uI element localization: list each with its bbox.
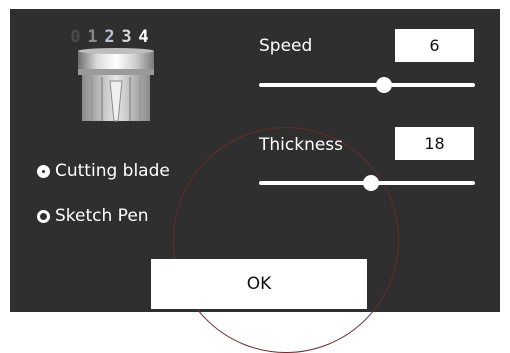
blade-holder-illustration: 0 1 2 3 4 [68, 25, 164, 123]
thickness-value-field[interactable]: 18 [395, 127, 474, 160]
speed-slider[interactable] [259, 77, 475, 93]
radio-unselected-icon [37, 209, 50, 223]
radio-sketch-pen[interactable]: Sketch Pen [37, 206, 149, 226]
blade-holder-icon [78, 48, 154, 122]
thickness-label: Thickness [259, 135, 344, 155]
speed-value-field[interactable]: 6 [395, 29, 474, 62]
speed-slider-thumb[interactable] [376, 77, 393, 93]
blade-settings-dialog: 0 1 2 3 4 Speed 6 Thickness 18 Cutting b… [10, 9, 500, 353]
radio-cutting-blade[interactable]: Cutting blade [37, 161, 170, 181]
thickness-slider[interactable] [259, 175, 475, 191]
radio-selected-icon [37, 164, 50, 178]
speed-label: Speed [259, 36, 313, 56]
ok-button[interactable]: OK [151, 259, 367, 309]
decorative-circle [173, 127, 399, 353]
thickness-slider-thumb[interactable] [363, 175, 380, 191]
radio-label: Sketch Pen [55, 206, 149, 226]
radio-label: Cutting blade [55, 161, 170, 181]
